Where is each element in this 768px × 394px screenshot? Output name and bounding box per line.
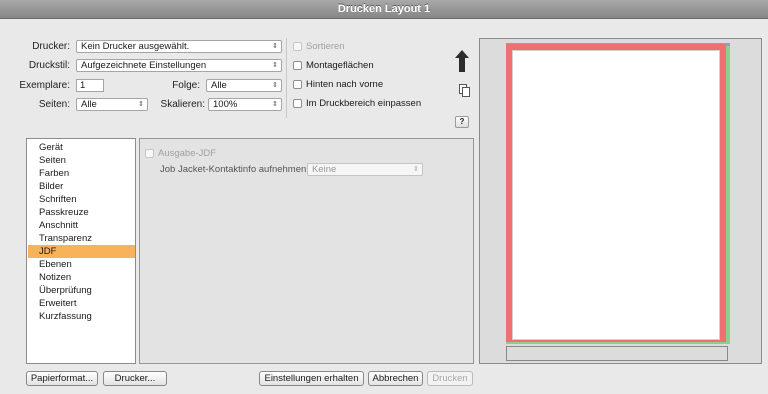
im-druckbereich-checkbox[interactable] [293,99,302,108]
nav-item-farben[interactable]: Farben [28,167,135,180]
jdf-settings-panel: Ausgabe-JDF Job Jacket-Kontaktinfo aufne… [139,138,474,364]
seiten-select[interactable]: Alle ⇕ [76,98,148,111]
print-preview [479,38,762,364]
folge-select-value: Alle [211,80,227,91]
up-arrow-icon[interactable] [455,50,469,72]
exemplare-label: Exemplare: [19,80,70,91]
nav-item-bilder[interactable]: Bilder [28,180,135,193]
nav-item-geraet[interactable]: Gerät [28,141,135,154]
nav-item-anschnitt[interactable]: Anschnitt [28,219,135,232]
folge-label: Folge: [172,80,200,91]
sortieren-checkbox[interactable] [293,42,302,51]
skalieren-select[interactable]: 100% ⇕ [208,98,282,111]
einstellungen-erhalten-button[interactable]: Einstellungen erhalten [259,371,364,386]
chevron-updown-icon: ⇕ [413,166,419,173]
nav-item-ebenen[interactable]: Ebenen [28,258,135,271]
job-jacket-select[interactable]: Keine ⇕ [307,163,423,176]
montageflaechen-checkbox[interactable] [293,61,302,70]
nav-item-erweitert[interactable]: Erweitert [28,297,135,310]
skalieren-select-value: 100% [213,99,238,110]
hinten-nach-vorne-checkbox[interactable] [293,80,302,89]
page-copy-icon[interactable] [459,84,471,97]
abbrechen-button[interactable]: Abbrechen [368,371,423,386]
montageflaechen-label: Montageflächen [306,60,374,71]
hinten-nach-vorne-label: Hinten nach vorne [306,79,384,90]
nav-item-notizen[interactable]: Notizen [28,271,135,284]
job-jacket-label: Job Jacket-Kontaktinfo aufnehmen: [160,164,309,175]
nav-item-schriften[interactable]: Schriften [28,193,135,206]
chevron-updown-icon: ⇕ [272,82,278,89]
drucker-button[interactable]: Drucker... [103,371,167,386]
drucker-label: Drucker: [32,41,70,52]
skalieren-label: Skalieren: [160,99,205,110]
sortieren-label: Sortieren [306,41,345,52]
drucker-select-value: Kein Drucker ausgewählt. [81,41,190,52]
nav-item-transparenz[interactable]: Transparenz [28,232,135,245]
title-bar: Drucken Layout 1 [0,0,768,19]
preview-paper-outline [506,346,728,361]
chevron-updown-icon: ⇕ [272,43,278,50]
job-jacket-select-value: Keine [312,164,337,175]
nav-item-passkreuze[interactable]: Passkreuze [28,206,135,219]
chevron-updown-icon: ⇕ [272,62,278,69]
ausgabe-jdf-checkbox[interactable] [145,149,154,158]
exemplare-input[interactable]: 1 [76,79,104,92]
ausgabe-jdf-label: Ausgabe-JDF [158,148,217,159]
seiten-label: Seiten: [38,99,70,110]
window-title: Drucken Layout 1 [337,3,431,15]
help-button[interactable]: ? [455,116,469,128]
options-divider [286,38,287,118]
chevron-updown-icon: ⇕ [272,101,278,108]
chevron-updown-icon: ⇕ [138,101,144,108]
drucker-select[interactable]: Kein Drucker ausgewählt. ⇕ [76,40,282,53]
nav-item-ueberpruefung[interactable]: Überprüfung [28,284,135,297]
druckstil-select[interactable]: Aufgezeichnete Einstellungen ⇕ [76,59,282,72]
im-druckbereich-label: Im Druckbereich einpassen [306,98,422,109]
druckstil-label: Druckstil: [28,60,70,71]
drucken-button[interactable]: Drucken [427,371,473,386]
nav-item-kurzfassung[interactable]: Kurzfassung [28,310,135,323]
preview-page [512,50,720,340]
folge-select[interactable]: Alle ⇕ [206,79,282,92]
category-list: Gerät Seiten Farben Bilder Schriften Pas… [26,138,136,364]
druckstil-select-value: Aufgezeichnete Einstellungen [81,60,207,71]
nav-item-seiten[interactable]: Seiten [28,154,135,167]
nav-item-jdf[interactable]: JDF [28,245,135,258]
seiten-select-value: Alle [81,99,97,110]
papierformat-button[interactable]: Papierformat... [26,371,98,386]
